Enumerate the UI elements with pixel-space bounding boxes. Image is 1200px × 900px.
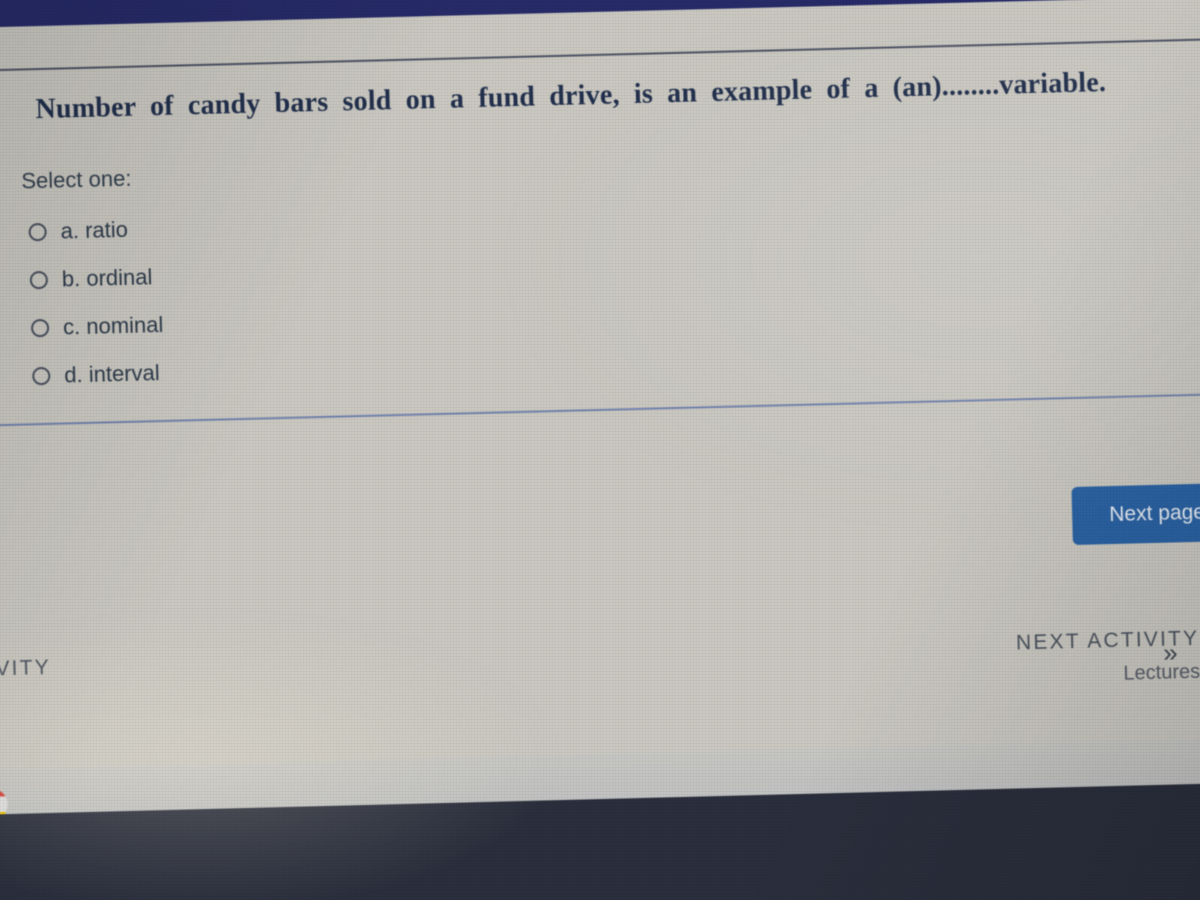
question-top-rule xyxy=(0,37,1200,72)
question-text: Number of candy bars sold on a fund driv… xyxy=(35,67,1107,126)
activity-navigation: S ACTIVITY e NEXT ACTIVITY Lectures » xyxy=(0,625,1200,738)
quiz-content: Number of candy bars sold on a fund driv… xyxy=(0,0,1200,850)
option-b-label: b. ordinal xyxy=(61,264,153,292)
previous-activity-subtitle: e xyxy=(0,690,52,716)
radio-button-a[interactable] xyxy=(28,222,47,242)
answer-options: a. ratio b. ordinal c. nominal d. interv… xyxy=(28,195,553,400)
option-c-label: c. nominal xyxy=(62,311,164,340)
screenshot-photo: Number of candy bars sold on a fund driv… xyxy=(0,0,1200,900)
next-page-button[interactable]: Next page xyxy=(1071,482,1200,546)
option-a-label: a. ratio xyxy=(60,216,129,244)
select-one-label: Select one: xyxy=(21,165,132,194)
previous-activity-link[interactable]: S ACTIVITY e xyxy=(0,656,52,716)
radio-button-c[interactable] xyxy=(30,318,50,338)
radio-button-b[interactable] xyxy=(29,270,49,290)
next-activity-link[interactable]: NEXT ACTIVITY Lectures » xyxy=(1016,627,1200,689)
radio-button-d[interactable] xyxy=(32,366,51,386)
chevron-right-icon[interactable]: » xyxy=(1163,637,1178,667)
screen-surface: Number of candy bars sold on a fund driv… xyxy=(0,0,1200,900)
section-divider xyxy=(0,392,1200,427)
previous-activity-title: S ACTIVITY xyxy=(0,655,52,682)
option-d-label: d. interval xyxy=(63,360,160,388)
